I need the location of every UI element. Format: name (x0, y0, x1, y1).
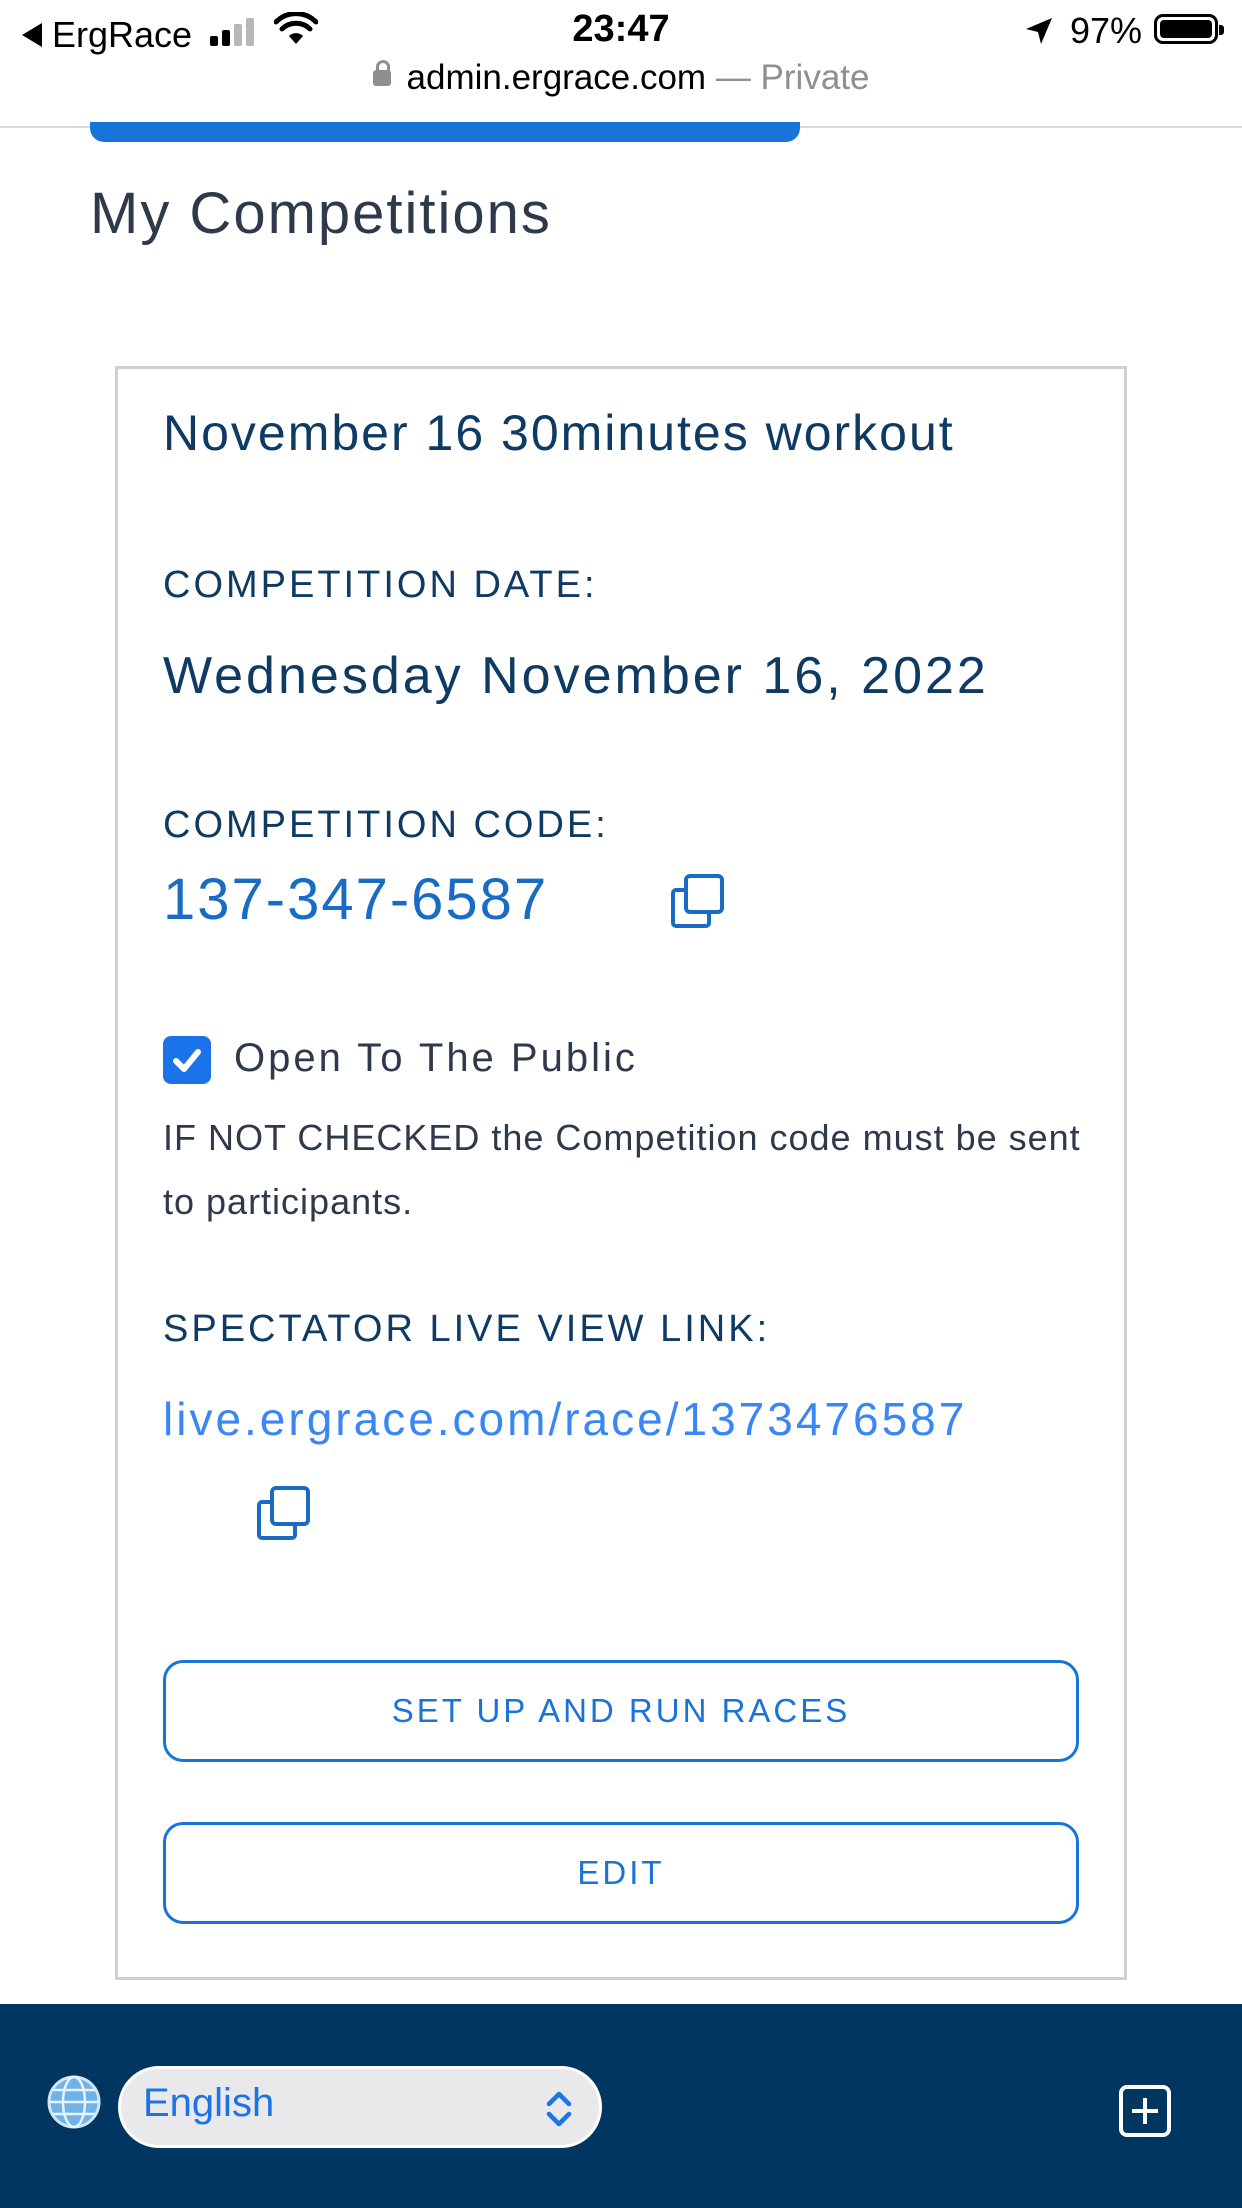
open-public-label: Open To The Public (234, 1036, 638, 1080)
competition-name: November 16 30minutes workout (163, 405, 955, 461)
copy-code-icon[interactable] (668, 870, 728, 932)
battery-percent: 97% (1070, 10, 1143, 51)
language-selected: English (143, 2081, 275, 2125)
globe-icon (47, 2075, 101, 2129)
competition-code-value: 137-347-6587 (163, 867, 549, 932)
lock-icon (372, 59, 391, 86)
open-public-checkbox[interactable] (163, 1036, 211, 1084)
page-title: My Competitions (90, 181, 552, 246)
battery-icon (1154, 14, 1224, 44)
location-arrow-icon (1026, 18, 1052, 44)
competition-code-label: COMPETITION CODE: (163, 804, 609, 846)
top-button-edge[interactable] (90, 122, 800, 142)
competition-date-label: COMPETITION DATE: (163, 564, 598, 606)
new-tab-icon[interactable] (1118, 2084, 1172, 2138)
updown-chevron-icon (546, 2091, 572, 2127)
url-text: admin.ergrace.com (406, 58, 707, 97)
live-link-label: SPECTATOR LIVE VIEW LINK: (163, 1308, 771, 1350)
clock-time: 23:47 (572, 8, 670, 50)
check-icon (173, 1049, 201, 1072)
edit-button[interactable]: EDIT (163, 1822, 1079, 1924)
status-bar: ErgRace 23:47 97% admin.ergrace.com — Pr… (0, 0, 1242, 128)
public-note: IF NOT CHECKED the Competition code must… (163, 1117, 1081, 1222)
copy-link-icon[interactable] (254, 1482, 314, 1544)
url-bar[interactable]: admin.ergrace.com — Private (0, 58, 1242, 98)
language-select[interactable]: English (118, 2066, 602, 2148)
private-label: — Private (715, 58, 870, 97)
competition-date-value: Wednesday November 16, 2022 (163, 647, 989, 705)
setup-run-races-button[interactable]: SET UP AND RUN RACES (163, 1660, 1079, 1762)
spectator-live-link[interactable]: live.ergrace.com/race/1373476587 (163, 1392, 967, 1446)
